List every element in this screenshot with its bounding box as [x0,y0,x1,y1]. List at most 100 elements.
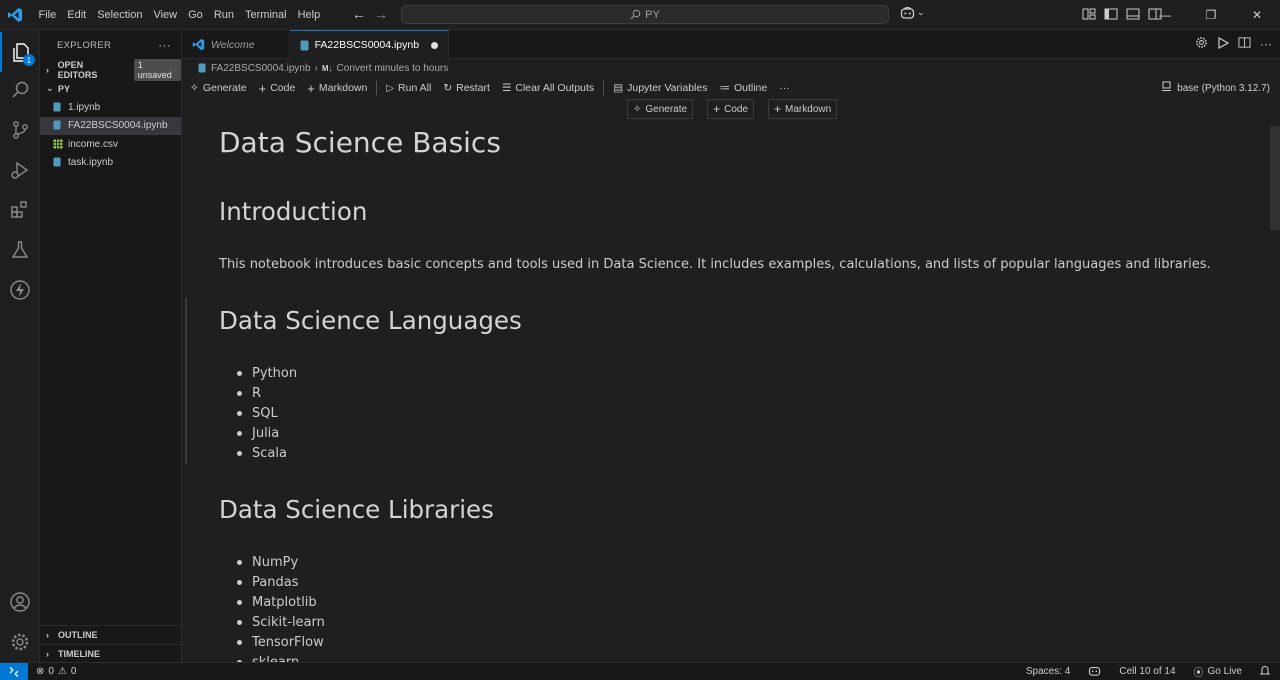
back-arrow-icon[interactable]: ← [352,6,366,22]
testing-flask-icon[interactable] [0,230,40,270]
intro-paragraph: This notebook introduces basic concepts … [219,257,1211,272]
file-item[interactable]: task.ipynb [40,154,181,173]
open-editors-section[interactable]: › OPEN EDITORS 1 unsaved [40,58,181,81]
explorer-sidebar: EXPLORER ··· › OPEN EDITORS 1 unsaved ⌄ … [40,30,182,662]
more-actions-icon[interactable]: ··· [158,38,171,52]
menu-terminal[interactable]: Terminal [240,0,293,30]
title-bar: File Edit Selection View Go Run Terminal Help ←… [0,0,1280,30]
toggle-panel-icon[interactable] [1126,7,1140,21]
activity-bar: 1 [0,30,40,662]
jupyter-variables-button[interactable]: ▤ Jupyter Variables [607,78,713,98]
copilot-status-icon[interactable] [1088,665,1101,679]
insert-code-button[interactable]: + Code [707,99,755,119]
list-item: Scala [219,443,297,463]
indentation-status[interactable]: Spaces: 4 [1026,666,1070,677]
run-and-debug-icon[interactable] [0,150,40,190]
customize-layout-icon[interactable] [1082,7,1096,21]
toolbar-more-button[interactable]: ··· [773,78,796,98]
outline-section[interactable]: › OUTLINE [40,625,182,644]
breadcrumb-file[interactable]: FA22BSCS0004.ipynb [211,63,311,74]
variables-label: Jupyter Variables [627,82,708,94]
markdown-cell-icon: M↓ [321,63,333,73]
toggle-primary-sidebar-icon[interactable] [1104,7,1118,21]
broadcast-icon: ⦿ [1193,668,1204,679]
problems-indicator[interactable]: ⊗ 0 ⚠ 0 [28,666,76,677]
copilot-menu-button[interactable]: ⌄ [900,6,925,19]
kernel-picker[interactable]: base (Python 3.12.7) [1161,78,1270,98]
warning-icon: ⚠ [57,666,67,677]
file-item[interactable]: income.csv [40,135,181,154]
toolbar-separator [603,81,605,95]
status-bar: ⊗ 0 ⚠ 0 Spaces: 4 Cell 10 of 14 ⦿ Go Liv… [0,662,1280,680]
menu-go[interactable]: Go [183,0,209,30]
close-icon[interactable]: ✕ [1234,0,1280,30]
more-actions-icon[interactable]: ··· [1260,37,1272,51]
source-control-icon[interactable] [0,110,40,150]
kernel-label: base (Python 3.12.7) [1177,82,1270,94]
insert-markdown-button[interactable]: + Markdown [768,99,838,119]
error-count: 0 [48,666,54,677]
menu-view[interactable]: View [148,0,183,30]
tab-welcome[interactable]: Welcome [182,30,290,59]
toolbar-separator [376,81,378,95]
split-editor-icon[interactable] [1238,36,1251,52]
libraries-heading: Data Science Libraries [219,495,494,524]
settings-gear-icon[interactable] [0,622,40,662]
outline-label: Outline [733,82,768,94]
generate-label: Generate [202,82,247,94]
run-all-icon: ▷ [386,82,395,94]
search-icon [630,9,641,20]
insert-generate-label: Generate [645,103,688,115]
notebook-title: Data Science Basics [219,126,501,159]
menu-edit[interactable]: Edit [62,0,92,30]
file-item[interactable]: FA22BSCS0004.ipynb [40,116,181,135]
insert-code-label: Code [724,103,749,115]
tab-notebook[interactable]: FA22BSCS0004.ipynb [289,30,450,59]
notifications-bell-icon[interactable] [1259,665,1271,679]
generate-button[interactable]: ✧ Generate [182,78,253,98]
forward-arrow-icon[interactable]: → [374,6,388,22]
extensions-icon[interactable] [0,190,40,230]
folder-label: PY [58,83,71,94]
run-icon[interactable] [1217,36,1230,52]
menu-run[interactable]: Run [208,0,239,30]
run-all-button[interactable]: ▷ Run All [380,78,437,98]
insert-generate-button[interactable]: ✧ Generate [627,99,694,119]
notebook-toolbar: ✧ Generate + Code + Markdown ▷ Run All ↻… [182,78,1280,98]
clear-all-outputs-button[interactable]: ☰ Clear All Outputs [496,78,600,98]
clear-outputs-icon: ☰ [501,82,512,94]
breadcrumb-cell[interactable]: Convert minutes to hours [337,63,449,74]
unsaved-dot-icon[interactable] [431,41,439,49]
menu-selection[interactable]: Selection [92,0,148,30]
explorer-icon[interactable]: 1 [0,32,40,72]
file-item[interactable]: 1.ipynb [40,98,181,117]
minimize-icon[interactable]: — [1142,0,1188,30]
search-icon[interactable] [0,70,40,110]
folder-section[interactable]: ⌄ PY [40,79,181,98]
chevron-right-icon: › [46,649,49,659]
lightning-extension-icon[interactable] [0,270,40,310]
add-code-cell-button[interactable]: + Code [253,78,302,98]
add-markdown-cell-button[interactable]: + Markdown [301,78,373,98]
outline-button[interactable]: ≔ Outline [713,78,773,98]
file-name: task.ipynb [68,157,114,169]
restart-button[interactable]: ↻ Restart [437,78,496,98]
file-name: FA22BSCS0004.ipynb [68,120,168,132]
timeline-section[interactable]: › TIMELINE [40,644,182,663]
remote-indicator-icon[interactable] [0,662,28,680]
account-icon[interactable] [0,582,40,622]
notebook-settings-gear-icon[interactable] [1195,36,1208,52]
menu-help[interactable]: Help [292,0,326,30]
editor-scrollbar[interactable] [1270,126,1280,230]
list-item: Pandas [219,572,325,592]
list-item: Scikit-learn [219,612,325,632]
restore-icon[interactable]: ❐ [1188,0,1234,30]
cell-position-status[interactable]: Cell 10 of 14 [1119,666,1175,677]
chevron-down-icon: ⌄ [46,83,54,93]
chevron-right-icon: › [46,64,49,75]
command-center-search[interactable]: PY [401,5,889,24]
go-live-button[interactable]: ⦿ Go Live [1194,664,1242,679]
chevron-down-icon: ⌄ [917,7,925,17]
menu-file[interactable]: File [33,0,62,30]
breadcrumb-separator-icon: › [314,62,318,74]
